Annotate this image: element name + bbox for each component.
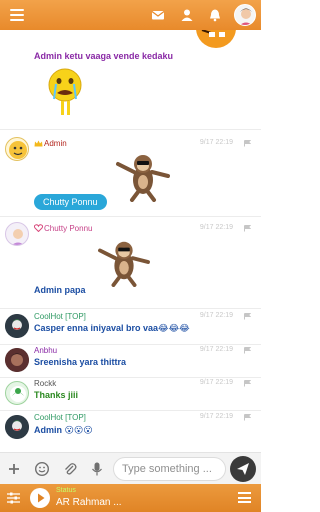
- username[interactable]: Admin: [44, 139, 67, 148]
- message-text: Thanks jiii: [34, 390, 79, 400]
- send-button[interactable]: [230, 456, 256, 482]
- user-avatar[interactable]: [5, 415, 29, 439]
- bell-icon[interactable]: [208, 8, 222, 22]
- mention-chip[interactable]: Chutty Ponnu: [34, 194, 107, 210]
- flag-icon[interactable]: [244, 414, 251, 421]
- username[interactable]: Chutty Ponnu: [44, 224, 92, 233]
- chat-message: CoolHot [TOP] 9/17 22:19 Casper enna ini…: [0, 309, 261, 345]
- playlist-menu-icon[interactable]: [238, 492, 251, 503]
- timestamp: 9/17 22:19: [199, 346, 233, 353]
- chat-message: Rockk 9/17 22:19 Thanks jiii: [0, 378, 261, 411]
- send-icon: [237, 463, 249, 475]
- username[interactable]: Rockk: [34, 379, 56, 388]
- message-text: Sreenisha yara thittra: [34, 357, 127, 367]
- message-text: Admin ketu vaaga vende kedaku: [34, 51, 174, 61]
- flag-icon[interactable]: [244, 225, 251, 232]
- chat-message: CoolHot [TOP] 9/17 22:19 Admin 😮😮😮: [0, 411, 261, 452]
- monkey-sticker: [98, 241, 150, 287]
- timestamp: 9/17 22:19: [199, 312, 233, 319]
- chat-area[interactable]: Admin ketu vaaga vende kedaku Admin 9/17…: [0, 30, 261, 452]
- crying-emoji-sticker: [48, 68, 82, 115]
- username[interactable]: CoolHot [TOP]: [34, 413, 86, 422]
- message-composer: Type something ...: [0, 452, 261, 484]
- message-input[interactable]: Type something ...: [113, 457, 226, 481]
- message-text: Admin papa: [34, 285, 86, 295]
- user-icon[interactable]: [180, 8, 194, 22]
- chat-message: Admin 9/17 22:19 Chutty Ponnu: [0, 130, 261, 217]
- user-avatar[interactable]: [5, 137, 29, 161]
- track-title: AR Rahman ...: [56, 497, 122, 508]
- attachment-icon[interactable]: [62, 461, 78, 477]
- timestamp: 9/17 22:19: [199, 139, 233, 146]
- top-bar: [0, 0, 261, 30]
- play-button[interactable]: [30, 488, 50, 508]
- crown-icon: [34, 140, 43, 147]
- chat-message: Anbhu 9/17 22:19 Sreenisha yara thittra: [0, 345, 261, 378]
- message-text: Casper enna iniyaval bro vaa😂😂😂: [34, 323, 190, 333]
- angry-emoji-sticker: [196, 30, 236, 48]
- mail-icon[interactable]: [151, 8, 165, 22]
- flag-icon[interactable]: [244, 347, 251, 354]
- profile-avatar[interactable]: [234, 4, 256, 26]
- timestamp: 9/17 22:19: [199, 224, 233, 231]
- radio-player: Status AR Rahman ...: [0, 484, 261, 512]
- play-icon: [38, 493, 45, 503]
- heart-icon: [34, 224, 43, 232]
- flag-icon[interactable]: [244, 313, 251, 320]
- username[interactable]: CoolHot [TOP]: [34, 312, 86, 321]
- player-status: Status: [56, 487, 76, 494]
- plus-icon[interactable]: [6, 461, 22, 477]
- user-avatar[interactable]: [5, 314, 29, 338]
- emoji-icon[interactable]: [34, 461, 50, 477]
- message-text: Admin 😮😮😮: [34, 425, 93, 435]
- flag-icon[interactable]: [244, 140, 251, 147]
- timestamp: 9/17 22:19: [199, 413, 233, 420]
- flag-icon[interactable]: [244, 380, 251, 387]
- chat-message: Admin ketu vaaga vende kedaku: [0, 30, 261, 130]
- user-avatar[interactable]: [5, 348, 29, 372]
- menu-icon[interactable]: [10, 9, 24, 21]
- microphone-icon[interactable]: [89, 461, 105, 477]
- username[interactable]: Anbhu: [34, 346, 57, 355]
- chat-message: Chutty Ponnu 9/17 22:19 Admin papa: [0, 217, 261, 309]
- equalizer-icon[interactable]: [7, 492, 20, 504]
- monkey-sticker: [116, 155, 170, 202]
- timestamp: 9/17 22:19: [199, 379, 233, 386]
- user-avatar[interactable]: [5, 381, 29, 405]
- user-avatar[interactable]: [5, 222, 29, 246]
